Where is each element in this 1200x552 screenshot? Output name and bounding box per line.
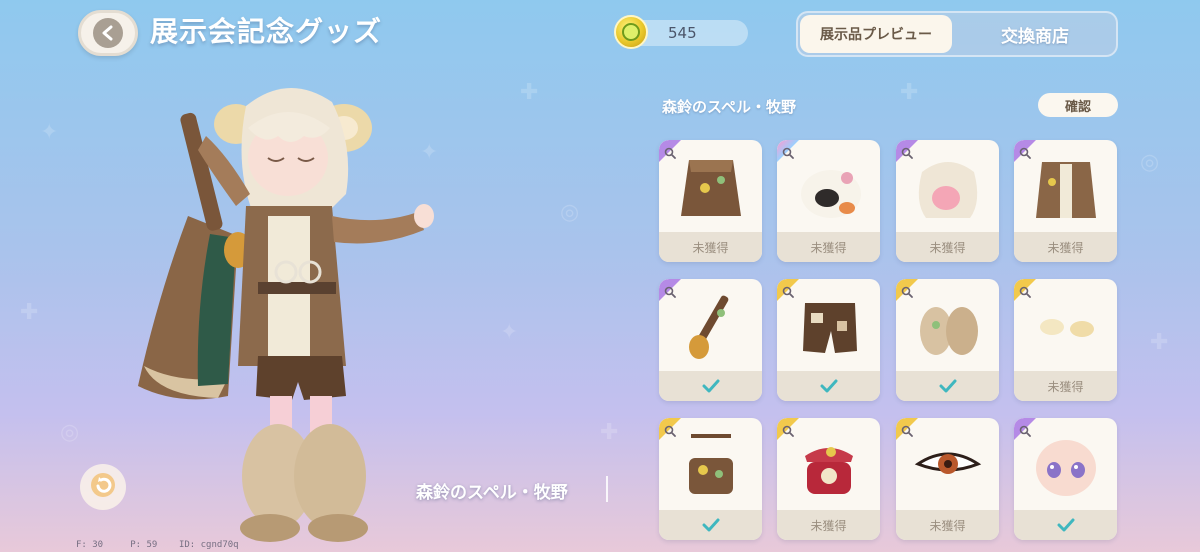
item-card-sheep-plush[interactable]: 未獲得 [777,140,880,262]
rotate-view-button[interactable] [80,464,126,510]
item-preview [896,140,999,232]
coin-icon [614,15,648,49]
currency-value: 545 [668,24,697,42]
tab-exchange-shop[interactable]: 交換商店 [954,15,1116,53]
unobtained-status: 未獲得 [896,232,999,262]
item-grid: 未獲得 未獲得 未獲得 未獲得 未獲得 未獲得 未獲得 [659,140,1119,552]
satchel-bag-icon [675,430,747,504]
bell-staff-icon [675,291,747,365]
obtained-status [659,510,762,540]
back-button[interactable] [78,10,138,56]
obtained-status [896,371,999,401]
obtained-status [659,371,762,401]
item-card-doll-face[interactable] [1014,418,1117,540]
check-icon [702,379,719,393]
character-model[interactable] [118,66,448,546]
page-title: 展示会記念グッズ [150,15,383,48]
status-label: 未獲得 [1047,240,1084,255]
confirm-button[interactable]: 確認 [1038,93,1118,117]
unobtained-status: 未獲得 [896,510,999,540]
amber-eyes-icon [912,430,984,504]
item-card-red-telephone[interactable]: 未獲得 [777,418,880,540]
unobtained-status: 未獲得 [1014,232,1117,262]
item-card-long-coat[interactable]: 未獲得 [1014,140,1117,262]
item-preview [896,279,999,371]
status-label: 未獲得 [929,518,966,533]
long-coat-icon [1030,152,1102,226]
item-card-patch-shorts[interactable] [777,279,880,401]
item-card-fur-boots[interactable] [896,279,999,401]
item-preview [1014,418,1117,510]
item-preview [777,279,880,371]
check-icon [939,379,956,393]
status-label: 未獲得 [929,240,966,255]
item-preview [1014,279,1117,371]
outfit-name-label: 森鈴のスペル・牧野 [416,483,568,503]
item-preview [777,140,880,232]
red-telephone-icon [793,430,865,504]
status-label: 未獲得 [810,518,847,533]
rotate-icon [90,472,116,502]
item-preview [659,279,762,371]
sheep-plush-icon [793,152,865,226]
unobtained-status: 未獲得 [1014,371,1117,401]
name-divider [606,476,608,502]
tattered-skirt-icon [675,152,747,226]
item-card-bell-staff[interactable] [659,279,762,401]
fur-boots-icon [912,291,984,365]
item-card-satchel-bag[interactable] [659,418,762,540]
obtained-status [1014,510,1117,540]
unobtained-status: 未獲得 [777,232,880,262]
debug-ping: P: 59 [130,540,158,550]
check-icon [702,518,719,532]
wavy-hair-icon [912,152,984,226]
item-preview [659,140,762,232]
item-card-tattered-skirt[interactable]: 未獲得 [659,140,762,262]
currency-display: 545 [614,15,748,49]
item-card-amber-eyes[interactable]: 未獲得 [896,418,999,540]
tab-bar: 展示品プレビュー 交換商店 [796,11,1118,57]
item-card-wavy-hair[interactable]: 未獲得 [896,140,999,262]
doll-face-icon [1030,430,1102,504]
chevron-left-icon [93,18,123,48]
status-label: 未獲得 [1047,379,1084,394]
debug-fps: F: 30 [76,540,104,550]
item-preview [896,418,999,510]
patch-shorts-icon [793,291,865,365]
status-label: 未獲得 [810,240,847,255]
debug-id: ID: cgnd70q [178,540,239,550]
obtained-status [777,371,880,401]
item-preview [659,418,762,510]
set-title: 森鈴のスペル・牧野 [662,98,796,116]
tab-exhibit-preview[interactable]: 展示品プレビュー [800,15,952,53]
gloves-icon [1030,291,1102,365]
unobtained-status: 未獲得 [777,510,880,540]
status-label: 未獲得 [692,240,729,255]
debug-stats: F: 30 P: 59 ID: cgnd70q [76,540,239,550]
item-preview [1014,140,1117,232]
item-preview [777,418,880,510]
unobtained-status: 未獲得 [659,232,762,262]
check-icon [820,379,837,393]
check-icon [1057,518,1074,532]
item-card-gloves[interactable]: 未獲得 [1014,279,1117,401]
